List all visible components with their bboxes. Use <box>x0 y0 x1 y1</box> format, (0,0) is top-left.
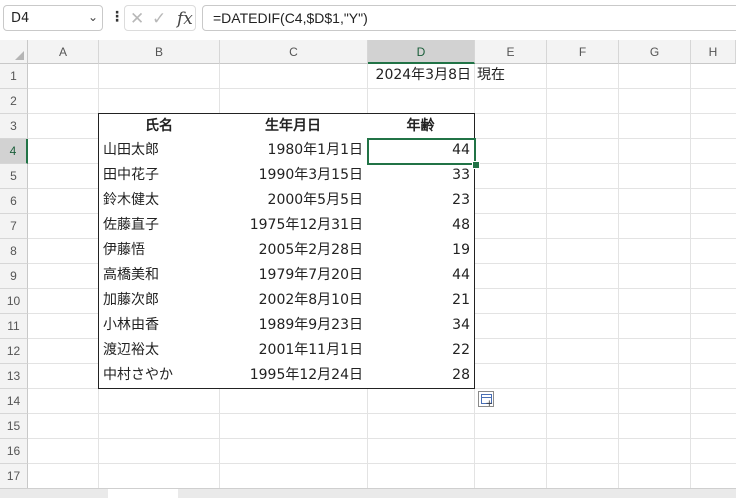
cell-birthdate[interactable]: 1995年12月24日 <box>219 363 368 389</box>
cell-birthdate[interactable]: 1980年1月1日 <box>219 138 368 164</box>
column-header-a[interactable]: A <box>28 40 99 64</box>
cell-age[interactable]: 34 <box>367 313 475 339</box>
row-header-13[interactable]: 13 <box>0 364 28 389</box>
cell-e1[interactable]: 現在 <box>474 63 547 89</box>
formula-text: =DATEDIF(C4,$D$1,"Y") <box>213 10 368 26</box>
gridline <box>690 64 691 494</box>
cell-birthdate[interactable]: 1990年3月15日 <box>219 163 368 189</box>
row-header-1[interactable]: 1 <box>0 64 28 89</box>
cell-birthdate[interactable]: 1989年9月23日 <box>219 313 368 339</box>
enter-icon[interactable]: ✓ <box>152 9 166 29</box>
column-header-b[interactable]: B <box>99 40 220 64</box>
more-options-icon[interactable]: ⋮ <box>110 9 124 25</box>
row-header-10[interactable]: 10 <box>0 289 28 314</box>
gridline <box>28 413 736 414</box>
cell-name[interactable]: 小林由香 <box>98 313 220 339</box>
cell-name[interactable]: 渡辺裕太 <box>98 338 220 364</box>
header-age[interactable]: 年齢 <box>367 113 475 139</box>
cell-age[interactable]: 23 <box>367 188 475 214</box>
formula-bar: D4 ⌄ ⋮ ✕ ✓ fx =DATEDIF(C4,$D$1,"Y") <box>0 0 736 37</box>
cell-name[interactable]: 伊藤悟 <box>98 238 220 264</box>
gridline <box>546 64 547 494</box>
cell-name[interactable]: 田中花子 <box>98 163 220 189</box>
gridline <box>28 438 736 439</box>
name-box-value: D4 <box>11 11 30 26</box>
cell-age[interactable]: 28 <box>367 363 475 389</box>
column-header-e[interactable]: E <box>475 40 547 64</box>
cell-age[interactable]: 21 <box>367 288 475 314</box>
cell-birthdate[interactable]: 1975年12月31日 <box>219 213 368 239</box>
cell-name[interactable]: 鈴木健太 <box>98 188 220 214</box>
select-all-button[interactable] <box>0 40 28 64</box>
cell-age[interactable]: 22 <box>367 338 475 364</box>
column-header-h[interactable]: H <box>691 40 736 64</box>
cell-birthdate[interactable]: 1979年7月20日 <box>219 263 368 289</box>
row-header-12[interactable]: 12 <box>0 339 28 364</box>
row-header-6[interactable]: 6 <box>0 189 28 214</box>
cell-name[interactable]: 高橋美和 <box>98 263 220 289</box>
cell-age[interactable]: 44 <box>367 263 475 289</box>
cancel-icon[interactable]: ✕ <box>130 9 144 29</box>
cell-name[interactable]: 山田太郎 <box>98 138 220 164</box>
cell-age[interactable]: 19 <box>367 238 475 264</box>
row-header-7[interactable]: 7 <box>0 214 28 239</box>
row-header-5[interactable]: 5 <box>0 164 28 189</box>
cell-birthdate[interactable]: 2000年5月5日 <box>219 188 368 214</box>
cell-age[interactable]: 44 <box>367 138 475 164</box>
name-box[interactable]: D4 ⌄ <box>3 5 103 31</box>
cell-birthdate[interactable]: 2005年2月28日 <box>219 238 368 264</box>
row-header-9[interactable]: 9 <box>0 264 28 289</box>
column-header-d[interactable]: D <box>368 40 475 64</box>
column-header-f[interactable]: F <box>547 40 619 64</box>
header-name[interactable]: 氏名 <box>98 113 220 139</box>
quick-analysis-icon[interactable]: + <box>478 391 494 409</box>
formula-controls: ✕ ✓ fx <box>124 5 196 31</box>
cell-birthdate[interactable]: 2001年11月1日 <box>219 338 368 364</box>
gridline <box>28 463 736 464</box>
formula-input[interactable]: =DATEDIF(C4,$D$1,"Y") <box>202 5 736 31</box>
row-header-2[interactable]: 2 <box>0 89 28 114</box>
insert-function-icon[interactable]: fx <box>177 9 193 29</box>
cell-age[interactable]: 48 <box>367 213 475 239</box>
cell-birthdate[interactable]: 2002年8月10日 <box>219 288 368 314</box>
header-birthdate[interactable]: 生年月日 <box>219 113 368 139</box>
gridline <box>618 64 619 494</box>
fill-handle[interactable] <box>472 161 480 169</box>
row-header-15[interactable]: 15 <box>0 414 28 439</box>
cell-age[interactable]: 33 <box>367 163 475 189</box>
row-header-4[interactable]: 4 <box>0 139 28 164</box>
cell-name[interactable]: 加藤次郎 <box>98 288 220 314</box>
row-header-14[interactable]: 14 <box>0 389 28 414</box>
row-header-11[interactable]: 11 <box>0 314 28 339</box>
row-header-17[interactable]: 17 <box>0 464 28 489</box>
chevron-down-icon[interactable]: ⌄ <box>88 10 98 24</box>
cell-name[interactable]: 佐藤直子 <box>98 213 220 239</box>
row-header-8[interactable]: 8 <box>0 239 28 264</box>
row-header-16[interactable]: 16 <box>0 439 28 464</box>
cell-name[interactable]: 中村さやか <box>98 363 220 389</box>
row-header-3[interactable]: 3 <box>0 114 28 139</box>
cell-d1[interactable]: 2024年3月8日 <box>367 63 475 89</box>
column-header-g[interactable]: G <box>619 40 691 64</box>
column-header-c[interactable]: C <box>220 40 368 64</box>
